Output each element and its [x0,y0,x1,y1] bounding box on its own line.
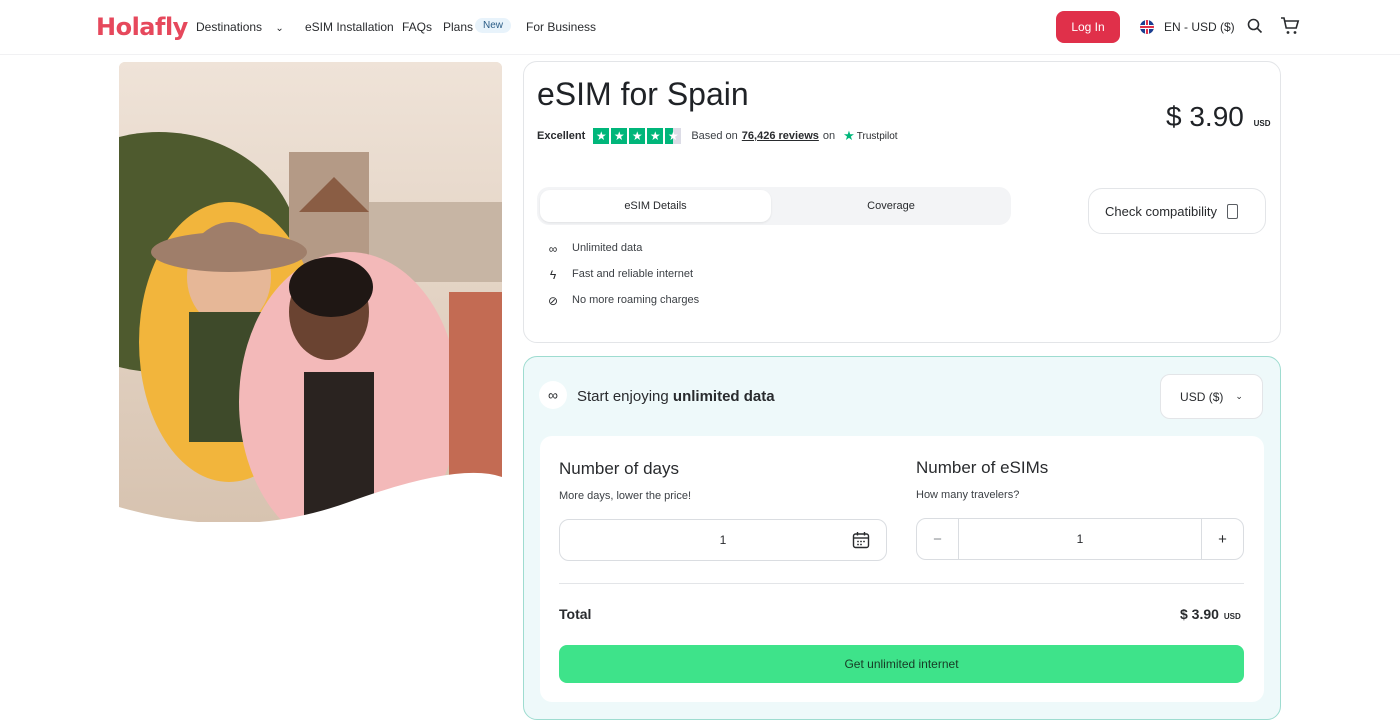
esims-title: Number of eSIMs [916,458,1049,477]
tab-esim-details[interactable]: eSIM Details [540,190,771,222]
total-label: Total [559,606,592,622]
chevron-down-icon: ⌄ [1235,391,1243,401]
calendar-icon[interactable] [852,531,870,554]
configurator-heading: Start enjoying unlimited data [577,388,775,405]
product-title: eSIM for Spain [537,76,749,112]
star-icon: ★ [647,128,664,144]
chevron-down-icon: ⌄ [275,23,284,34]
days-title: Number of days [559,459,679,478]
trustpilot-star-icon: ★ [843,128,855,143]
increment-button[interactable]: + [1201,519,1243,559]
search-icon[interactable] [1247,18,1263,39]
nav-plans[interactable]: Plans [443,20,473,34]
esims-subtitle: How many travelers? [916,489,1020,501]
trustpilot-rating: Excellent ★ ★ ★ ★ ★ Based on 76,426 revi… [537,128,898,144]
tab-coverage[interactable]: Coverage [772,190,1010,222]
days-value: 1 [719,533,727,547]
nav-destinations-label: Destinations [196,20,263,34]
product-price: $ 3.90 USD [1166,101,1271,133]
get-unlimited-internet-button[interactable]: Get unlimited internet [559,645,1244,683]
no-roaming-icon: ⊘ [547,294,559,308]
currency-select[interactable]: USD ($) ⌄ [1160,374,1263,419]
check-compatibility-button[interactable]: Check compatibility [1088,188,1266,234]
nav-faqs[interactable]: FAQs [402,20,432,34]
feature-no-roaming: No more roaming charges [572,294,700,306]
lightning-icon: ϟ [549,268,557,282]
product-hero-image [119,62,502,522]
star-icon: ★ [611,128,628,144]
half-star-icon: ★ [665,128,682,144]
infinity-icon: ∞ [539,381,567,409]
days-input[interactable]: 1 [559,519,887,561]
check-compatibility-label: Check compatibility [1105,203,1217,219]
total-price-currency: USD [1223,612,1241,621]
plans-new-badge: New [475,18,512,33]
reviews-suffix: on [822,130,836,142]
rating-stars: ★ ★ ★ ★ ★ [593,128,683,144]
holafly-logo[interactable]: Holafly [96,13,188,41]
nav-for-business[interactable]: For Business [526,20,596,34]
reviews-prefix: Based on [691,130,738,142]
star-icon: ★ [593,128,610,144]
total-price: $ 3.90 USD [1180,606,1241,622]
nav-esim-installation[interactable]: eSIM Installation [305,20,394,34]
trustpilot-logo: Trustpilot [856,130,898,142]
esims-value[interactable]: 1 [1077,532,1084,546]
cart-icon[interactable] [1280,17,1300,40]
heading-bold: unlimited data [672,388,775,405]
nav-destinations[interactable]: Destinations ⌄ [196,20,284,34]
heading-prefix: Start enjoying [577,388,669,405]
reviews-link[interactable]: 76,426 reviews [742,130,819,142]
star-icon: ★ [629,128,646,144]
decrement-button[interactable]: − [917,519,959,559]
login-button[interactable]: Log In [1056,11,1120,43]
feature-unlimited-data: Unlimited data [572,242,643,254]
phone-check-icon [1227,203,1238,219]
infinity-icon: ∞ [548,242,558,256]
rating-label: Excellent [537,130,586,142]
feature-fast-internet: Fast and reliable internet [572,268,694,280]
currency-select-value: USD ($) [1180,389,1224,404]
total-price-value: $ 3.90 [1180,606,1219,622]
divider [559,583,1244,584]
top-navigation-bar: Holafly Destinations ⌄ eSIM Installation… [0,0,1400,55]
esims-stepper: − 1 + [916,518,1244,560]
locale-currency-selector[interactable]: EN - USD ($) [1164,20,1235,34]
days-subtitle: More days, lower the price! [559,490,692,502]
uk-flag-icon [1140,20,1154,34]
product-price-currency: USD [1253,119,1271,128]
product-price-value: $ 3.90 [1166,101,1244,132]
